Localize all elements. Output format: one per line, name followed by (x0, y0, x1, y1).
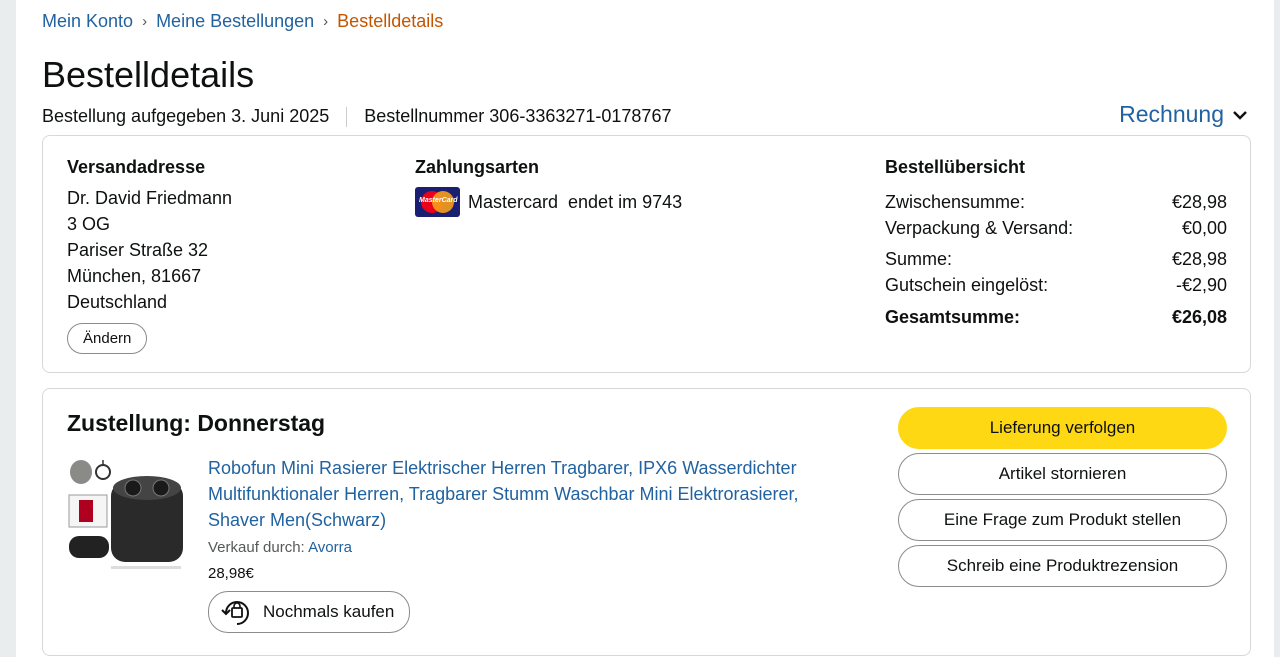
total-value: €26,08 (1171, 307, 1227, 327)
address-line: 3 OG (67, 214, 111, 234)
summary-sum-row: Summe: €28,98 (885, 246, 1227, 272)
product-price: 28,98€ (208, 565, 254, 582)
ask-product-question-button[interactable]: Eine Frage zum Produkt stellen (898, 499, 1227, 541)
mastercard-logo-text: MasterCard (419, 197, 458, 204)
coupon-value: -€2,90 (1175, 275, 1227, 295)
sum-label: Summe: (885, 249, 953, 269)
cancel-item-button[interactable]: Artikel stornieren (898, 453, 1227, 495)
address-line: München, 81667 (67, 266, 202, 286)
subtotal-label: Zwischensumme: (885, 192, 1026, 212)
seller-link[interactable]: Avorra (308, 539, 352, 556)
delivery-actions: Lieferung verfolgen Artikel stornieren E… (898, 407, 1227, 591)
shipping-cost-label: Verpackung & Versand: (885, 218, 1074, 238)
address-line: Pariser Straße 32 (67, 240, 209, 260)
order-date: Bestellung aufgegeben 3. Juni 2025 (42, 106, 330, 126)
invoice-dropdown[interactable]: Rechnung (1119, 101, 1248, 128)
order-info-box: Versandadresse Dr. David Friedmann 3 OG … (42, 135, 1251, 373)
breadcrumb-separator: › (323, 13, 329, 30)
summary-total-row: Gesamtsumme: €26,08 (885, 304, 1227, 330)
page-edge-right (1274, 0, 1280, 657)
summary-coupon-row: Gutschein eingelöst: -€2,90 (885, 272, 1227, 298)
product-info: Robofun Mini Rasierer Elektrischer Herre… (208, 455, 848, 633)
buy-again-button[interactable]: Nochmals kaufen (208, 591, 411, 633)
order-summary: Bestellübersicht Zwischensumme: €28,98 V… (885, 157, 1227, 330)
page-title: Bestelldetails (42, 54, 255, 95)
payment-heading: Zahlungsarten (415, 157, 540, 177)
write-review-button[interactable]: Schreib eine Produktrezension (898, 545, 1227, 587)
change-address-button[interactable]: Ändern (67, 323, 148, 354)
buy-again-label: Nochmals kaufen (263, 602, 395, 621)
sum-value: €28,98 (1171, 249, 1227, 269)
breadcrumb-separator: › (142, 13, 148, 30)
breadcrumb-my-orders[interactable]: Meine Bestellungen (156, 11, 314, 32)
breadcrumb-my-account[interactable]: Mein Konto (42, 11, 133, 32)
chevron-down-icon (1233, 110, 1247, 120)
meta-divider (346, 106, 348, 127)
payment-methods: Zahlungsarten MasterCard Mastercard ende… (415, 157, 682, 217)
coupon-label: Gutschein eingelöst: (885, 275, 1049, 295)
page-edge-left (0, 0, 16, 657)
invoice-label: Rechnung (1119, 101, 1224, 127)
breadcrumb: Mein Konto › Meine Bestellungen › Bestel… (42, 11, 443, 32)
shipping-cost-value: €0,00 (1181, 218, 1227, 238)
shipping-heading: Versandadresse (67, 157, 206, 177)
product-image[interactable] (67, 458, 185, 574)
address-line: Deutschland (67, 292, 168, 312)
summary-shipping-row: Verpackung & Versand: €0,00 (885, 215, 1227, 241)
total-label: Gesamtsumme: (885, 307, 1021, 327)
card-label: Mastercard endet im 9743 (468, 191, 683, 212)
address-line: Dr. David Friedmann (67, 188, 233, 208)
shipping-address: Versandadresse Dr. David Friedmann 3 OG … (67, 157, 232, 354)
delivery-title: Zustellung: Donnerstag (67, 410, 326, 436)
summary-heading: Bestellübersicht (885, 157, 1026, 177)
delivery-box: Zustellung: Donnerstag Robofun Mini Rasi… (42, 388, 1251, 656)
order-meta: Bestellung aufgegeben 3. Juni 2025 Beste… (42, 106, 671, 127)
summary-subtotal-row: Zwischensumme: €28,98 (885, 189, 1227, 215)
seller-line: Verkauf durch: Avorra (208, 539, 848, 556)
payment-method-row: MasterCard Mastercard endet im 9743 (415, 187, 682, 217)
buy-again-icon (221, 601, 249, 625)
seller-prefix: Verkauf durch: (208, 539, 305, 556)
track-package-button[interactable]: Lieferung verfolgen (898, 407, 1227, 449)
breadcrumb-current: Bestelldetails (337, 11, 444, 31)
product-title-link[interactable]: Robofun Mini Rasierer Elektrischer Herre… (208, 455, 848, 533)
mastercard-icon: MasterCard (415, 187, 460, 217)
subtotal-value: €28,98 (1171, 192, 1227, 212)
order-number: Bestellnummer 306-3363271-0178767 (364, 106, 672, 126)
